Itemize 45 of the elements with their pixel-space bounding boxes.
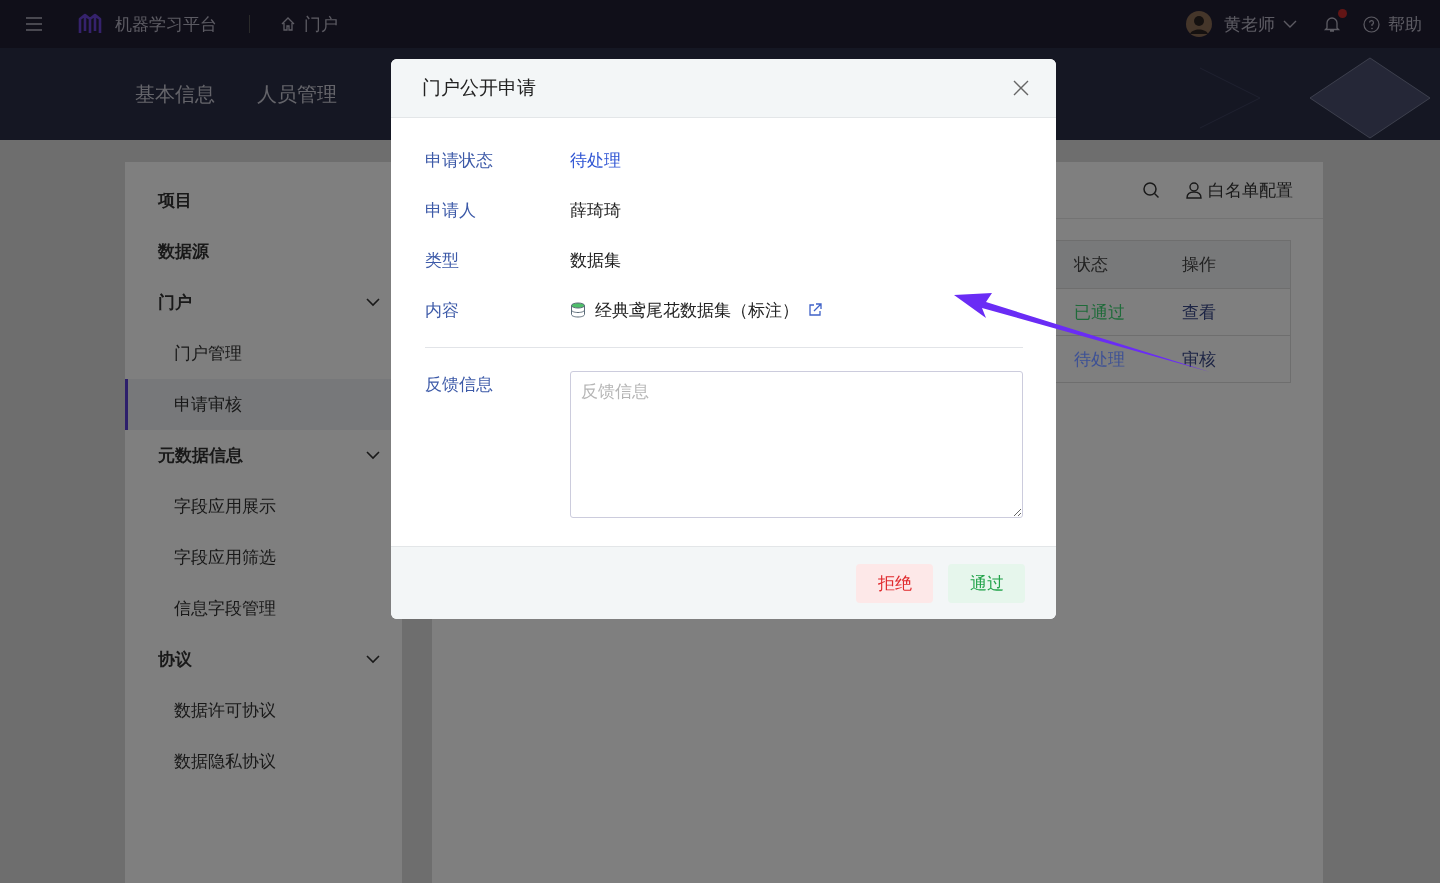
banner-tab[interactable]: 人员管理 [257,80,337,108]
field-value: 薛琦琦 [570,198,621,222]
action-link[interactable]: 审核 [1182,347,1290,371]
help-link[interactable]: 帮助 [1388,12,1422,36]
search-icon[interactable] [1142,181,1160,199]
sidebar-group[interactable]: 元数据信息 [125,430,402,481]
field-label: 申请人 [425,198,477,222]
chevron-icon [366,451,380,460]
status-text: 待处理 [1074,347,1126,371]
app-name: 机器学习平台 [115,12,217,36]
approve-button[interactable]: 通过 [948,563,1025,603]
action-link[interactable]: 查看 [1182,300,1290,324]
whitelist-button[interactable]: 白名单配置 [1186,178,1293,202]
field-label: 内容 [425,298,460,322]
help-icon[interactable] [1363,15,1380,33]
field-value: 数据集 [570,248,621,272]
sidebar-group[interactable]: 协议 [125,634,402,685]
status-text: 已通过 [1074,300,1126,324]
column-header: 状态 [1074,253,1109,276]
column-header: 操作 [1182,253,1217,276]
sidebar-item[interactable]: 数据隐私协议 [125,736,402,787]
field-label: 反馈信息 [425,373,494,396]
breadcrumb-link[interactable]: 门户 [304,12,338,36]
close-icon[interactable] [1013,80,1029,96]
user-name[interactable]: 黄老师 [1224,12,1275,36]
home-icon [280,16,296,32]
database-icon [570,302,586,318]
chevron-icon [366,655,380,664]
chevron-down-icon[interactable] [1283,19,1297,29]
dialog-title: 门户公开申请 [422,75,536,100]
field-label: 类型 [425,248,460,272]
user-icon [1186,181,1202,199]
field-label: 申请状态 [425,148,494,172]
status-value: 待处理 [570,148,621,172]
menu-icon[interactable] [25,17,43,31]
banner-tab[interactable]: 基本信息 [135,80,215,108]
external-link-icon[interactable] [808,303,822,317]
bell-icon[interactable] [1323,15,1341,33]
reject-button[interactable]: 拒绝 [856,563,933,603]
sidebar-item[interactable]: 数据许可协议 [125,685,402,736]
avatar[interactable] [1186,11,1212,37]
feedback-field[interactable]: 反馈信息 [570,371,1023,518]
dataset-link[interactable]: 经典鸢尾花数据集（标注） [595,298,799,322]
chevron-icon [366,298,380,307]
sidebar-group[interactable]: 门户 [125,277,402,328]
